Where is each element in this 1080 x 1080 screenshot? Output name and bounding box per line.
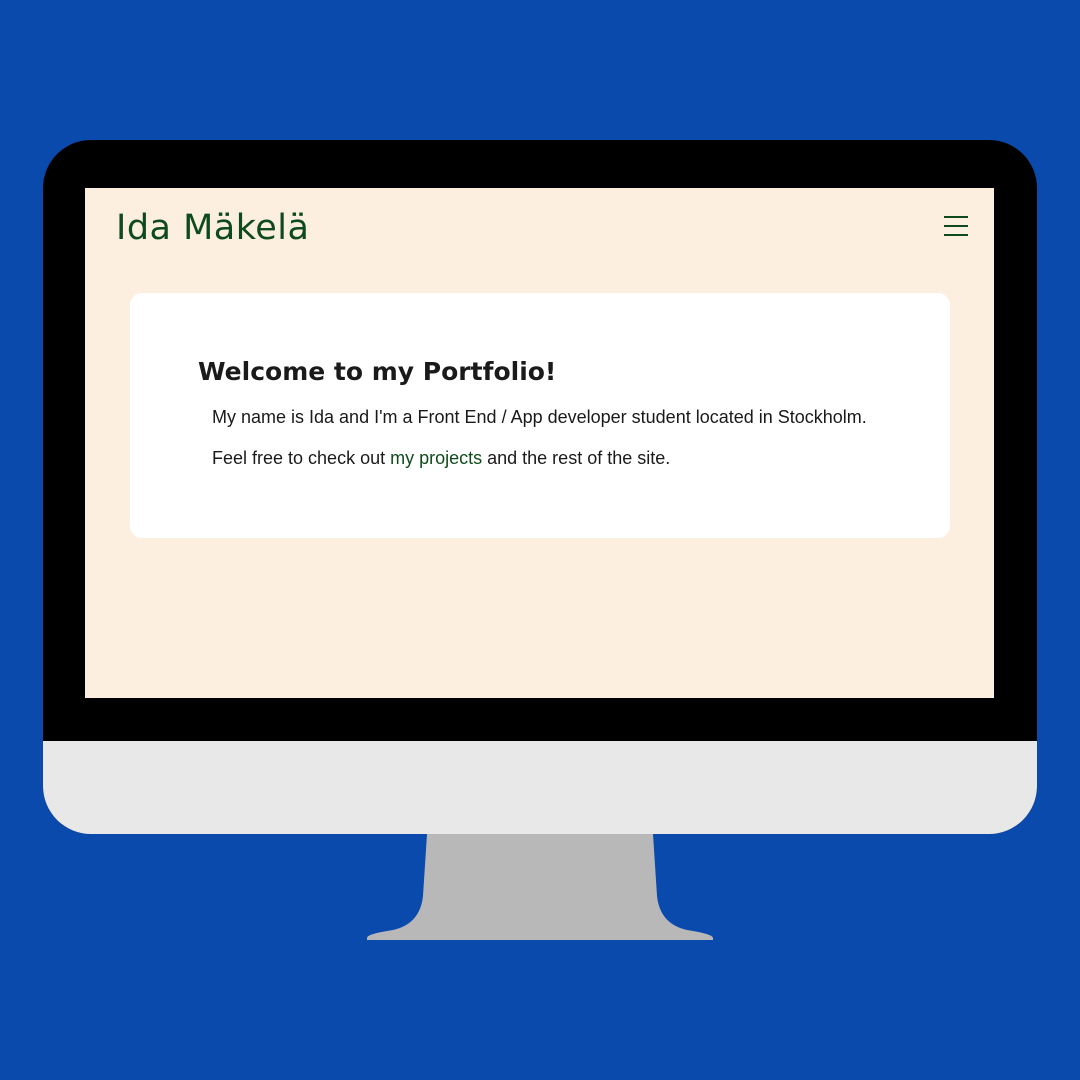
welcome-card: Welcome to my Portfolio! My name is Ida …	[130, 293, 950, 538]
cta-text: Feel free to check out my projects and t…	[212, 448, 670, 469]
my-projects-link[interactable]: my projects	[390, 448, 482, 468]
monitor-bezel: Ida Mäkelä Welcome to my Portfolio! My n…	[43, 140, 1037, 834]
monitor-chin	[43, 741, 1037, 834]
hamburger-menu-icon[interactable]	[944, 214, 970, 238]
cta-suffix: and the rest of the site.	[482, 448, 671, 468]
monitor-stand	[367, 834, 713, 940]
welcome-heading: Welcome to my Portfolio!	[198, 357, 557, 386]
intro-text: My name is Ida and I'm a Front End / App…	[212, 407, 867, 427]
menu-bar-middle	[944, 225, 968, 227]
browser-viewport: Ida Mäkelä Welcome to my Portfolio! My n…	[85, 188, 994, 698]
menu-bar-bottom	[944, 234, 968, 236]
cta-prefix: Feel free to check out	[212, 448, 391, 468]
site-title[interactable]: Ida Mäkelä	[116, 208, 309, 248]
menu-bar-top	[944, 216, 968, 218]
